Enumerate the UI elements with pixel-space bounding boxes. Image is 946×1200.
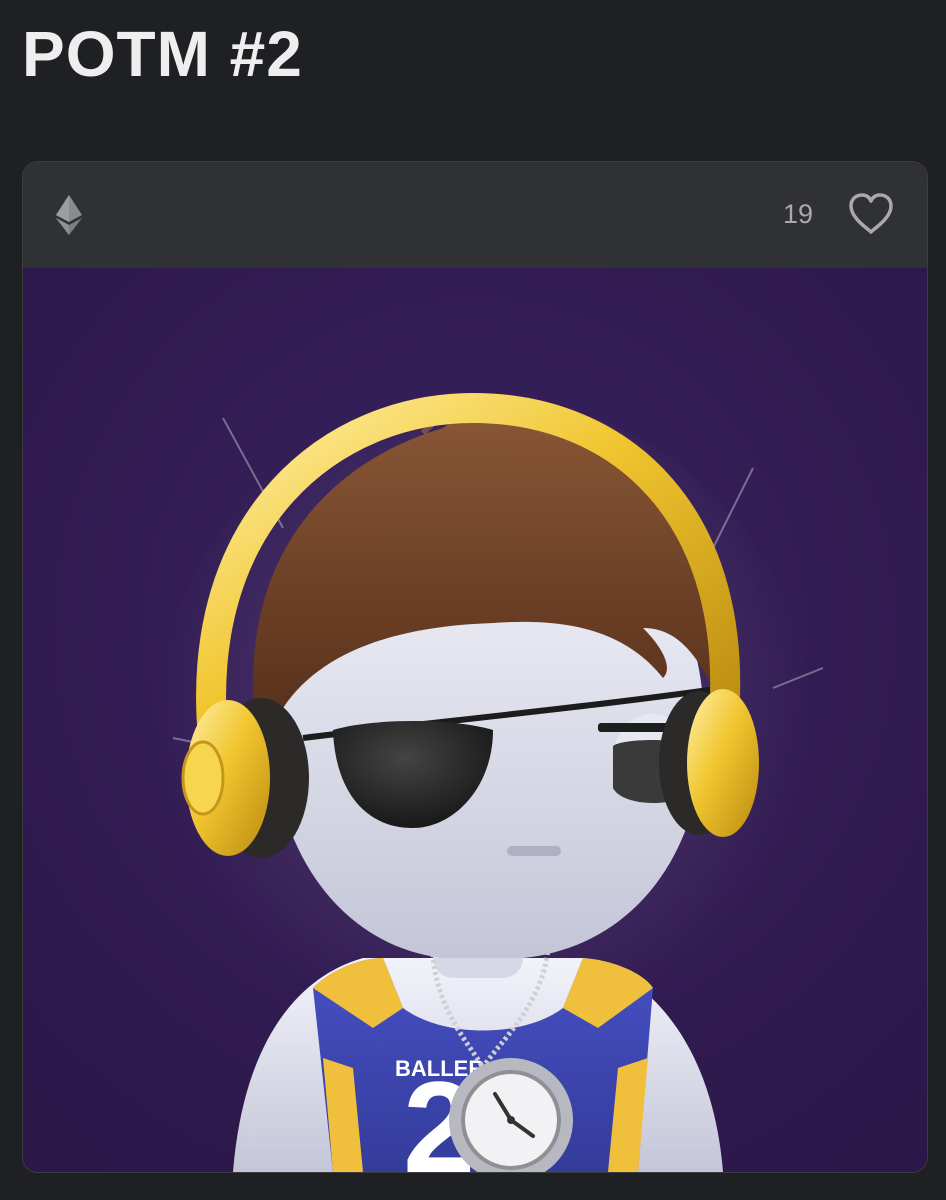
headphones-left-cup (181, 698, 309, 858)
ethereum-icon (56, 195, 82, 235)
nft-artwork[interactable]: BALLER 23 (23, 268, 927, 1172)
page-title: POTM #2 (22, 18, 303, 90)
like-button[interactable] (847, 192, 895, 236)
like-count: 19 (782, 199, 813, 229)
nft-card[interactable]: 19 BALLER (22, 161, 928, 1173)
card-header: 19 (23, 162, 927, 268)
page: POTM #2 19 BALLER (0, 0, 946, 1200)
headphones-right-cup (659, 689, 759, 837)
heart-outline-icon (849, 193, 893, 234)
character-mouth (507, 846, 561, 856)
